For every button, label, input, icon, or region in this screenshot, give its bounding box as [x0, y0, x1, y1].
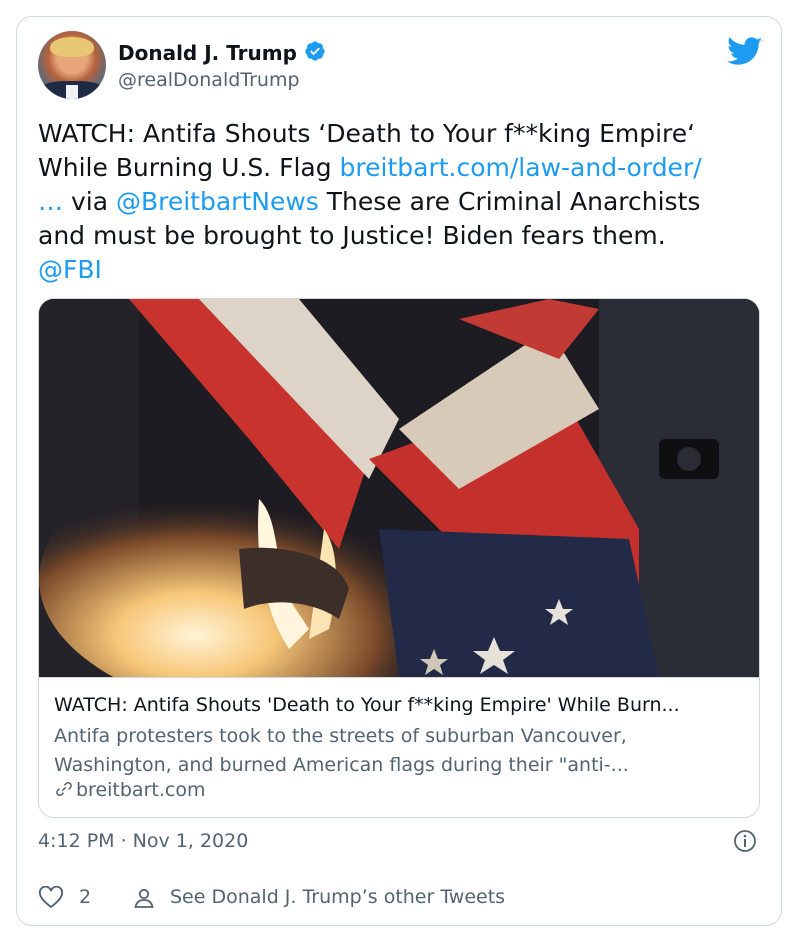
link-icon: [56, 781, 72, 797]
link-card-description: Antifa protesters took to the streets of…: [54, 722, 748, 780]
mention-breitbartnews[interactable]: @BreitbartNews: [116, 187, 319, 216]
link-card-title[interactable]: WATCH: Antifa Shouts 'Death to Your f**k…: [54, 694, 748, 716]
tweet-text-line: These are Criminal Anarchists: [318, 187, 701, 216]
link-card-domain[interactable]: breitbart.com: [54, 779, 205, 801]
person-icon: [134, 888, 154, 908]
tweet-text-line: and must be brought to Justice! Biden fe…: [38, 221, 666, 250]
like-count[interactable]: 2: [79, 886, 91, 908]
info-icon[interactable]: [733, 829, 757, 853]
tweet-timestamp[interactable]: 4:12 PM · Nov 1, 2020: [38, 830, 248, 852]
link-card-description-line: Washington, and burned American flags du…: [54, 754, 629, 776]
tweet-body: WATCH: Antifa Shouts ‘Death to Your f**k…: [38, 117, 768, 287]
verified-badge-icon: [305, 41, 325, 61]
author-handle[interactable]: @realDonaldTrump: [118, 69, 300, 91]
see-other-tweets-link[interactable]: See Donald J. Trump’s other Tweets: [170, 886, 505, 908]
link-card-domain-text[interactable]: breitbart.com: [76, 779, 205, 801]
link-card-footer[interactable]: WATCH: Antifa Shouts 'Death to Your f**k…: [39, 677, 759, 817]
link-card-description-line: Antifa protesters took to the streets of…: [54, 725, 627, 747]
burning-flag-photo: [39, 299, 759, 677]
avatar[interactable]: [38, 31, 106, 99]
link-preview-card[interactable]: WATCH: Antifa Shouts 'Death to Your f**k…: [38, 298, 760, 818]
heart-icon[interactable]: [38, 886, 64, 910]
tweet-text-line: While Burning U.S. Flag: [38, 153, 340, 182]
author-name[interactable]: Donald J. Trump: [118, 41, 297, 65]
tweet-card: Donald J. Trump @realDonaldTrump WATCH: …: [16, 16, 782, 926]
article-link-ellipsis[interactable]: …: [38, 187, 63, 216]
tweet-text-line: via: [63, 187, 116, 216]
tweet-text-line: WATCH: Antifa Shouts ‘Death to Your f**k…: [38, 119, 696, 148]
mention-fbi[interactable]: @FBI: [38, 255, 102, 284]
preview-image[interactable]: [39, 299, 759, 677]
twitter-bird-icon[interactable]: [727, 37, 763, 67]
article-link[interactable]: breitbart.com/law-and-order/: [340, 153, 702, 182]
